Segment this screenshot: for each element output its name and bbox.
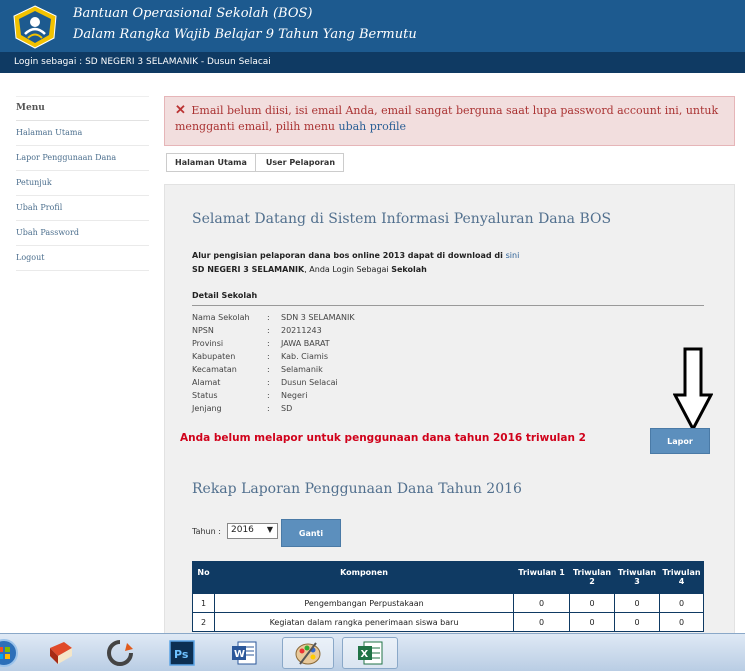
detail-row: Kecamatan: Selamanik [192, 365, 323, 374]
login-bar: Login sebagai : SD NEGERI 3 SELAMANIK - … [0, 52, 745, 73]
sidebar-heading: Menu [16, 96, 149, 121]
detail-row: Alamat: Dusun Selacai [192, 378, 338, 387]
paint-icon[interactable] [282, 637, 334, 669]
page-title: Selamat Datang di Sistem Informasi Penya… [192, 211, 612, 227]
site-header: Bantuan Operasional Sekolah (BOS) Dalam … [0, 0, 745, 52]
alur-label: Alur pengisian pelaporan dana bos online… [192, 251, 503, 260]
lapor-button[interactable]: Lapor [650, 428, 710, 454]
school-login-line: SD NEGERI 3 SELAMANIK, Anda Login Sebaga… [192, 265, 427, 274]
sidebar-item-halaman-utama[interactable]: Halaman Utama [16, 121, 149, 146]
tut-wuri-logo-icon [13, 5, 57, 49]
detail-row: NPSN:20211243 [192, 326, 322, 335]
excel-icon[interactable]: X [342, 637, 398, 669]
rekap-title: Rekap Laporan Penggunaan Dana Tahun 2016 [192, 481, 522, 497]
ganti-button[interactable]: Ganti [281, 519, 341, 547]
detail-row: Status: Negeri [192, 391, 308, 400]
detail-row: Jenjang: SD [192, 404, 293, 413]
divider [192, 305, 704, 306]
svg-text:X: X [361, 649, 369, 660]
sidebar-item-petunjuk[interactable]: Petunjuk [16, 171, 149, 196]
svg-text:Ps: Ps [174, 648, 189, 661]
table-row: 1 Pengembangan Perpustakaan 0 0 0 0 [192, 593, 705, 613]
windows-taskbar: Ps W X [0, 633, 745, 671]
refresh-icon[interactable] [102, 637, 138, 669]
word-icon[interactable]: W [226, 637, 262, 669]
photoshop-icon[interactable]: Ps [164, 637, 200, 669]
login-role: Sekolah [391, 265, 427, 274]
detail-sekolah-title: Detail Sekolah [192, 291, 258, 300]
svg-text:W: W [234, 649, 245, 660]
detail-row: Nama Sekolah: SDN 3 SELAMANIK [192, 313, 355, 322]
col-triwulan-1: Triwulan 1 [513, 561, 571, 594]
col-komponen: Komponen [213, 561, 515, 594]
col-triwulan-2: Triwulan 2 [569, 561, 616, 594]
main-panel: Selamat Datang di Sistem Informasi Penya… [164, 184, 735, 671]
windows-orb-icon[interactable] [0, 637, 22, 669]
col-no: No [192, 561, 215, 594]
alur-text: Alur pengisian pelaporan dana bos online… [192, 251, 519, 260]
sidebar-item-lapor-penggunaan-dana[interactable]: Lapor Penggunaan Dana [16, 146, 149, 171]
book-icon[interactable] [42, 637, 78, 669]
error-x-icon: ✕ [175, 103, 186, 118]
sidebar: Menu Halaman Utama Lapor Penggunaan Dana… [16, 96, 149, 271]
belum-lapor-warning: Anda belum melapor untuk penggunaan dana… [180, 432, 586, 444]
school-details: Nama Sekolah: SDN 3 SELAMANIK NPSN:202112… [192, 313, 355, 417]
tahun-select[interactable]: 2016 ▼ [227, 523, 278, 539]
header-subtitle: Dalam Rangka Wajib Belajar 9 Tahun Yang … [73, 27, 417, 42]
table-header-row: No Komponen Triwulan 1 Triwulan 2 Triwul… [192, 561, 705, 594]
table-row: 2 Kegiatan dalam rangka penerimaan siswa… [192, 612, 705, 632]
sidebar-item-logout[interactable]: Logout [16, 246, 149, 271]
detail-row: Provinsi: JAWA BARAT [192, 339, 330, 348]
col-triwulan-4: Triwulan 4 [658, 561, 705, 594]
school-name: SD NEGERI 3 SELAMANIK [192, 265, 305, 274]
breadcrumb-separator [254, 154, 264, 171]
alert-text: Email belum diisi, isi email Anda, email… [175, 104, 719, 133]
col-triwulan-3: Triwulan 3 [614, 561, 660, 594]
chevron-down-icon: ▼ [266, 525, 273, 534]
tahun-selected-value: 2016 [231, 525, 254, 535]
tahun-label: Tahun : [192, 527, 221, 536]
ubah-profile-link[interactable]: ubah profile [339, 120, 407, 133]
sidebar-item-ubah-profil[interactable]: Ubah Profil [16, 196, 149, 221]
email-alert: ✕ Email belum diisi, isi email Anda, ema… [164, 96, 735, 146]
breadcrumb: Halaman Utama User Pelaporan [166, 153, 345, 172]
down-arrow-icon [673, 347, 713, 431]
login-as-text: , Anda Login Sebagai [304, 265, 389, 274]
rekap-table: No Komponen Triwulan 1 Triwulan 2 Triwul… [192, 561, 705, 632]
header-title: Bantuan Operasional Sekolah (BOS) [73, 6, 313, 21]
breadcrumb-halaman-utama[interactable]: Halaman Utama [167, 158, 255, 167]
download-sini-link[interactable]: sini [506, 251, 520, 260]
sidebar-item-ubah-password[interactable]: Ubah Password [16, 221, 149, 246]
breadcrumb-user-pelaporan: User Pelaporan [265, 158, 336, 167]
detail-row: Kabupaten: Kab. Ciamis [192, 352, 329, 361]
